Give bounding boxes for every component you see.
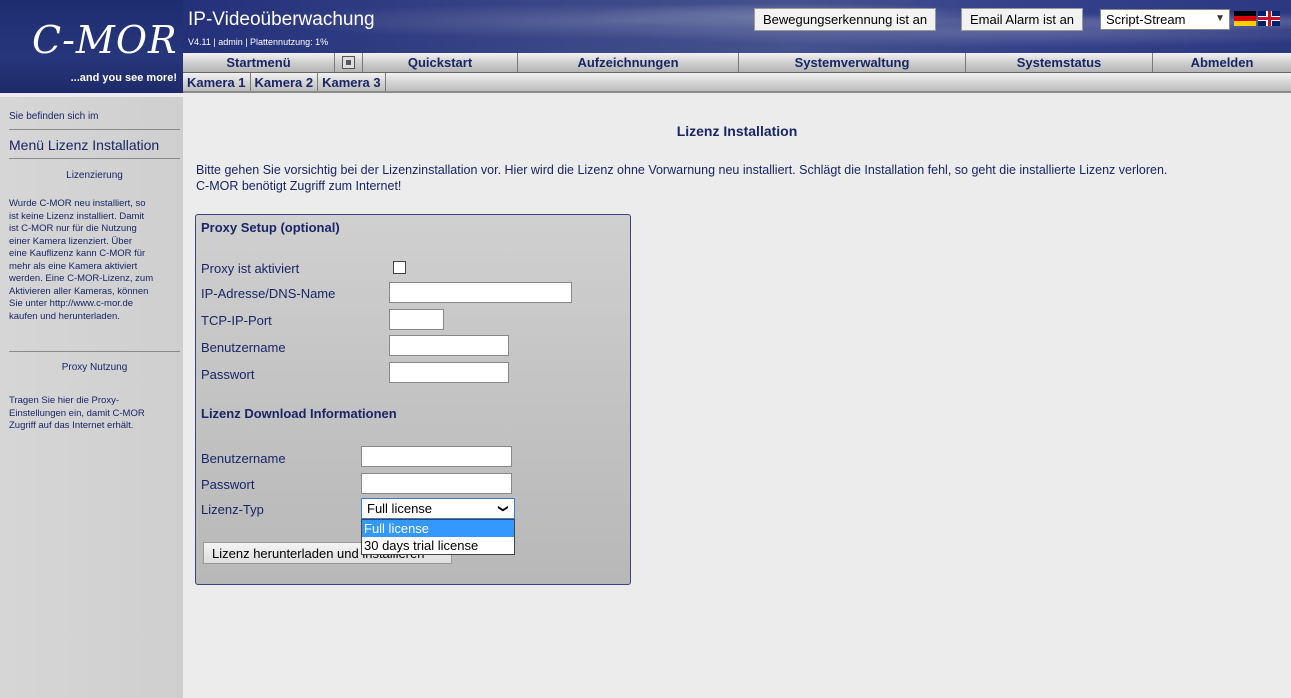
help-line: ist keine Lizenz installiert. Damit [9, 210, 145, 222]
nav-system-status[interactable]: Systemstatus [966, 53, 1153, 72]
intro-text: Bitte gehen Sie vorsichtig bei der Lizen… [196, 162, 1291, 194]
help-section-title: Lizenzierung [66, 170, 123, 181]
nav-start-icon-button[interactable] [335, 53, 363, 72]
logo-text: C-MOR [32, 18, 178, 62]
divider [9, 351, 180, 352]
header: C-MOR ...and you see more! IP-Videoüberw… [0, 0, 1291, 97]
proxy-section-title: Proxy Setup (optional) [201, 220, 340, 235]
motion-detection-button[interactable]: Bewegungserkennung ist an [754, 8, 937, 31]
uk-flag-icon[interactable] [1258, 11, 1280, 26]
license-username-input[interactable] [361, 446, 512, 467]
help-section-title: Proxy Nutzung [61, 362, 128, 373]
help-line: werden. Eine C-MOR-Lizenz, zum [9, 273, 154, 284]
help-line: eine Kauflizenz kann C-MOR für [9, 248, 146, 259]
license-type-option[interactable]: 30 days trial license [362, 537, 514, 554]
license-type-option[interactable]: Full license [362, 520, 514, 537]
proxy-enabled-checkbox[interactable] [393, 261, 406, 274]
license-form-panel: Proxy Setup (optional) Proxy ist aktivie… [195, 214, 631, 585]
sidebar: Sie befinden sich im Menü Lizenz Install… [0, 97, 183, 698]
help-line: einer Kamera lizenziert. Über [9, 235, 133, 247]
help-line: Wurde C-MOR neu installiert, so [9, 198, 146, 209]
nav-recordings[interactable]: Aufzeichnungen [518, 53, 739, 72]
license-type-dropdown: Full license 30 days trial license [361, 519, 515, 555]
main-nav: Startmenü Quickstart Aufzeichnungen Syst… [183, 53, 1291, 73]
window-icon [342, 56, 355, 69]
banner: IP-Videoüberwachung V4.11 | admin | Plat… [183, 0, 1291, 53]
current-menu: Menü Lizenz Installation [9, 137, 160, 153]
proxy-port-label: TCP-IP-Port [201, 313, 272, 328]
main-content: Lizenz Installation Bitte gehen Sie vors… [183, 97, 1291, 698]
nav-quickstart[interactable]: Quickstart [363, 53, 518, 72]
chevron-down-icon: ❮ [497, 504, 509, 513]
camera-nav: Kamera 1 Kamera 2 Kamera 3 [183, 73, 1291, 93]
help-section-text: Wurde C-MOR neu installiert, so ist kein… [9, 198, 181, 323]
tab-camera-3[interactable]: Kamera 3 [318, 73, 386, 91]
tab-camera-2[interactable]: Kamera 2 [251, 73, 319, 91]
proxy-host-input[interactable] [389, 282, 572, 303]
help-line: Aktivieren aller Kameras, können [9, 285, 149, 297]
chevron-down-icon: ▼ [1215, 13, 1225, 24]
proxy-enabled-label: Proxy ist aktiviert [201, 261, 300, 276]
license-pass-label: Passwort [201, 477, 255, 492]
proxy-port-input[interactable] [389, 309, 444, 330]
proxy-password-input[interactable] [389, 362, 509, 383]
tab-camera-1[interactable]: Kamera 1 [183, 73, 251, 91]
german-flag-icon[interactable] [1234, 11, 1256, 26]
help-line: Tragen Sie hier die Proxy- [9, 395, 120, 406]
logo[interactable]: C-MOR ...and you see more! [0, 0, 183, 93]
help-line: Einstellungen ein, damit C-MOR [9, 407, 145, 419]
license-section-title: Lizenz Download Informationen [201, 406, 397, 421]
stream-select[interactable]: Script-Stream ▼ [1100, 9, 1230, 30]
license-password-input[interactable] [361, 473, 512, 494]
email-alarm-button[interactable]: Email Alarm ist an [961, 8, 1084, 31]
nav-logout[interactable]: Abmelden [1153, 53, 1291, 72]
logo-slogan: ...and you see more! [70, 72, 177, 84]
divider [9, 129, 180, 130]
page-title: Lizenz Installation [676, 123, 798, 139]
help-line: mehr als eine Kamera aktiviert [9, 260, 138, 272]
proxy-host-label: IP-Adresse/DNS-Name [201, 286, 336, 301]
proxy-user-label: Benutzername [201, 340, 286, 355]
help-line: Zugriff auf das Internet erhält. [9, 420, 134, 431]
intro-line: Bitte gehen Sie vorsichtig bei der Lizen… [196, 163, 1168, 177]
stream-select-value: Script-Stream [1106, 12, 1186, 27]
intro-line: C-MOR benötigt Zugriff zum Internet! [196, 179, 402, 193]
nav-startmenu[interactable]: Startmenü [183, 53, 335, 72]
help-line: kaufen und herunterladen. [9, 310, 120, 322]
location-label: Sie befinden sich im [9, 111, 99, 122]
help-line: ist C-MOR nur für die Nutzung [9, 223, 137, 234]
proxy-username-input[interactable] [389, 335, 509, 356]
license-type-select[interactable]: Full license ❮ [361, 498, 515, 519]
nav-system-admin[interactable]: Systemverwaltung [739, 53, 966, 72]
license-user-label: Benutzername [201, 451, 286, 466]
license-type-label: Lizenz-Typ [201, 502, 264, 517]
divider [9, 158, 180, 159]
license-type-value: Full license [367, 501, 433, 516]
app-meta: V4.11 | admin | Plattennutzung: 1% [188, 37, 329, 47]
help-line: Sie unter http://www.c-mor.de [9, 298, 134, 309]
proxy-pass-label: Passwort [201, 367, 255, 382]
help-section-text: Tragen Sie hier die Proxy- Einstellungen… [9, 395, 181, 433]
app-title: IP-Videoüberwachung [188, 9, 375, 30]
